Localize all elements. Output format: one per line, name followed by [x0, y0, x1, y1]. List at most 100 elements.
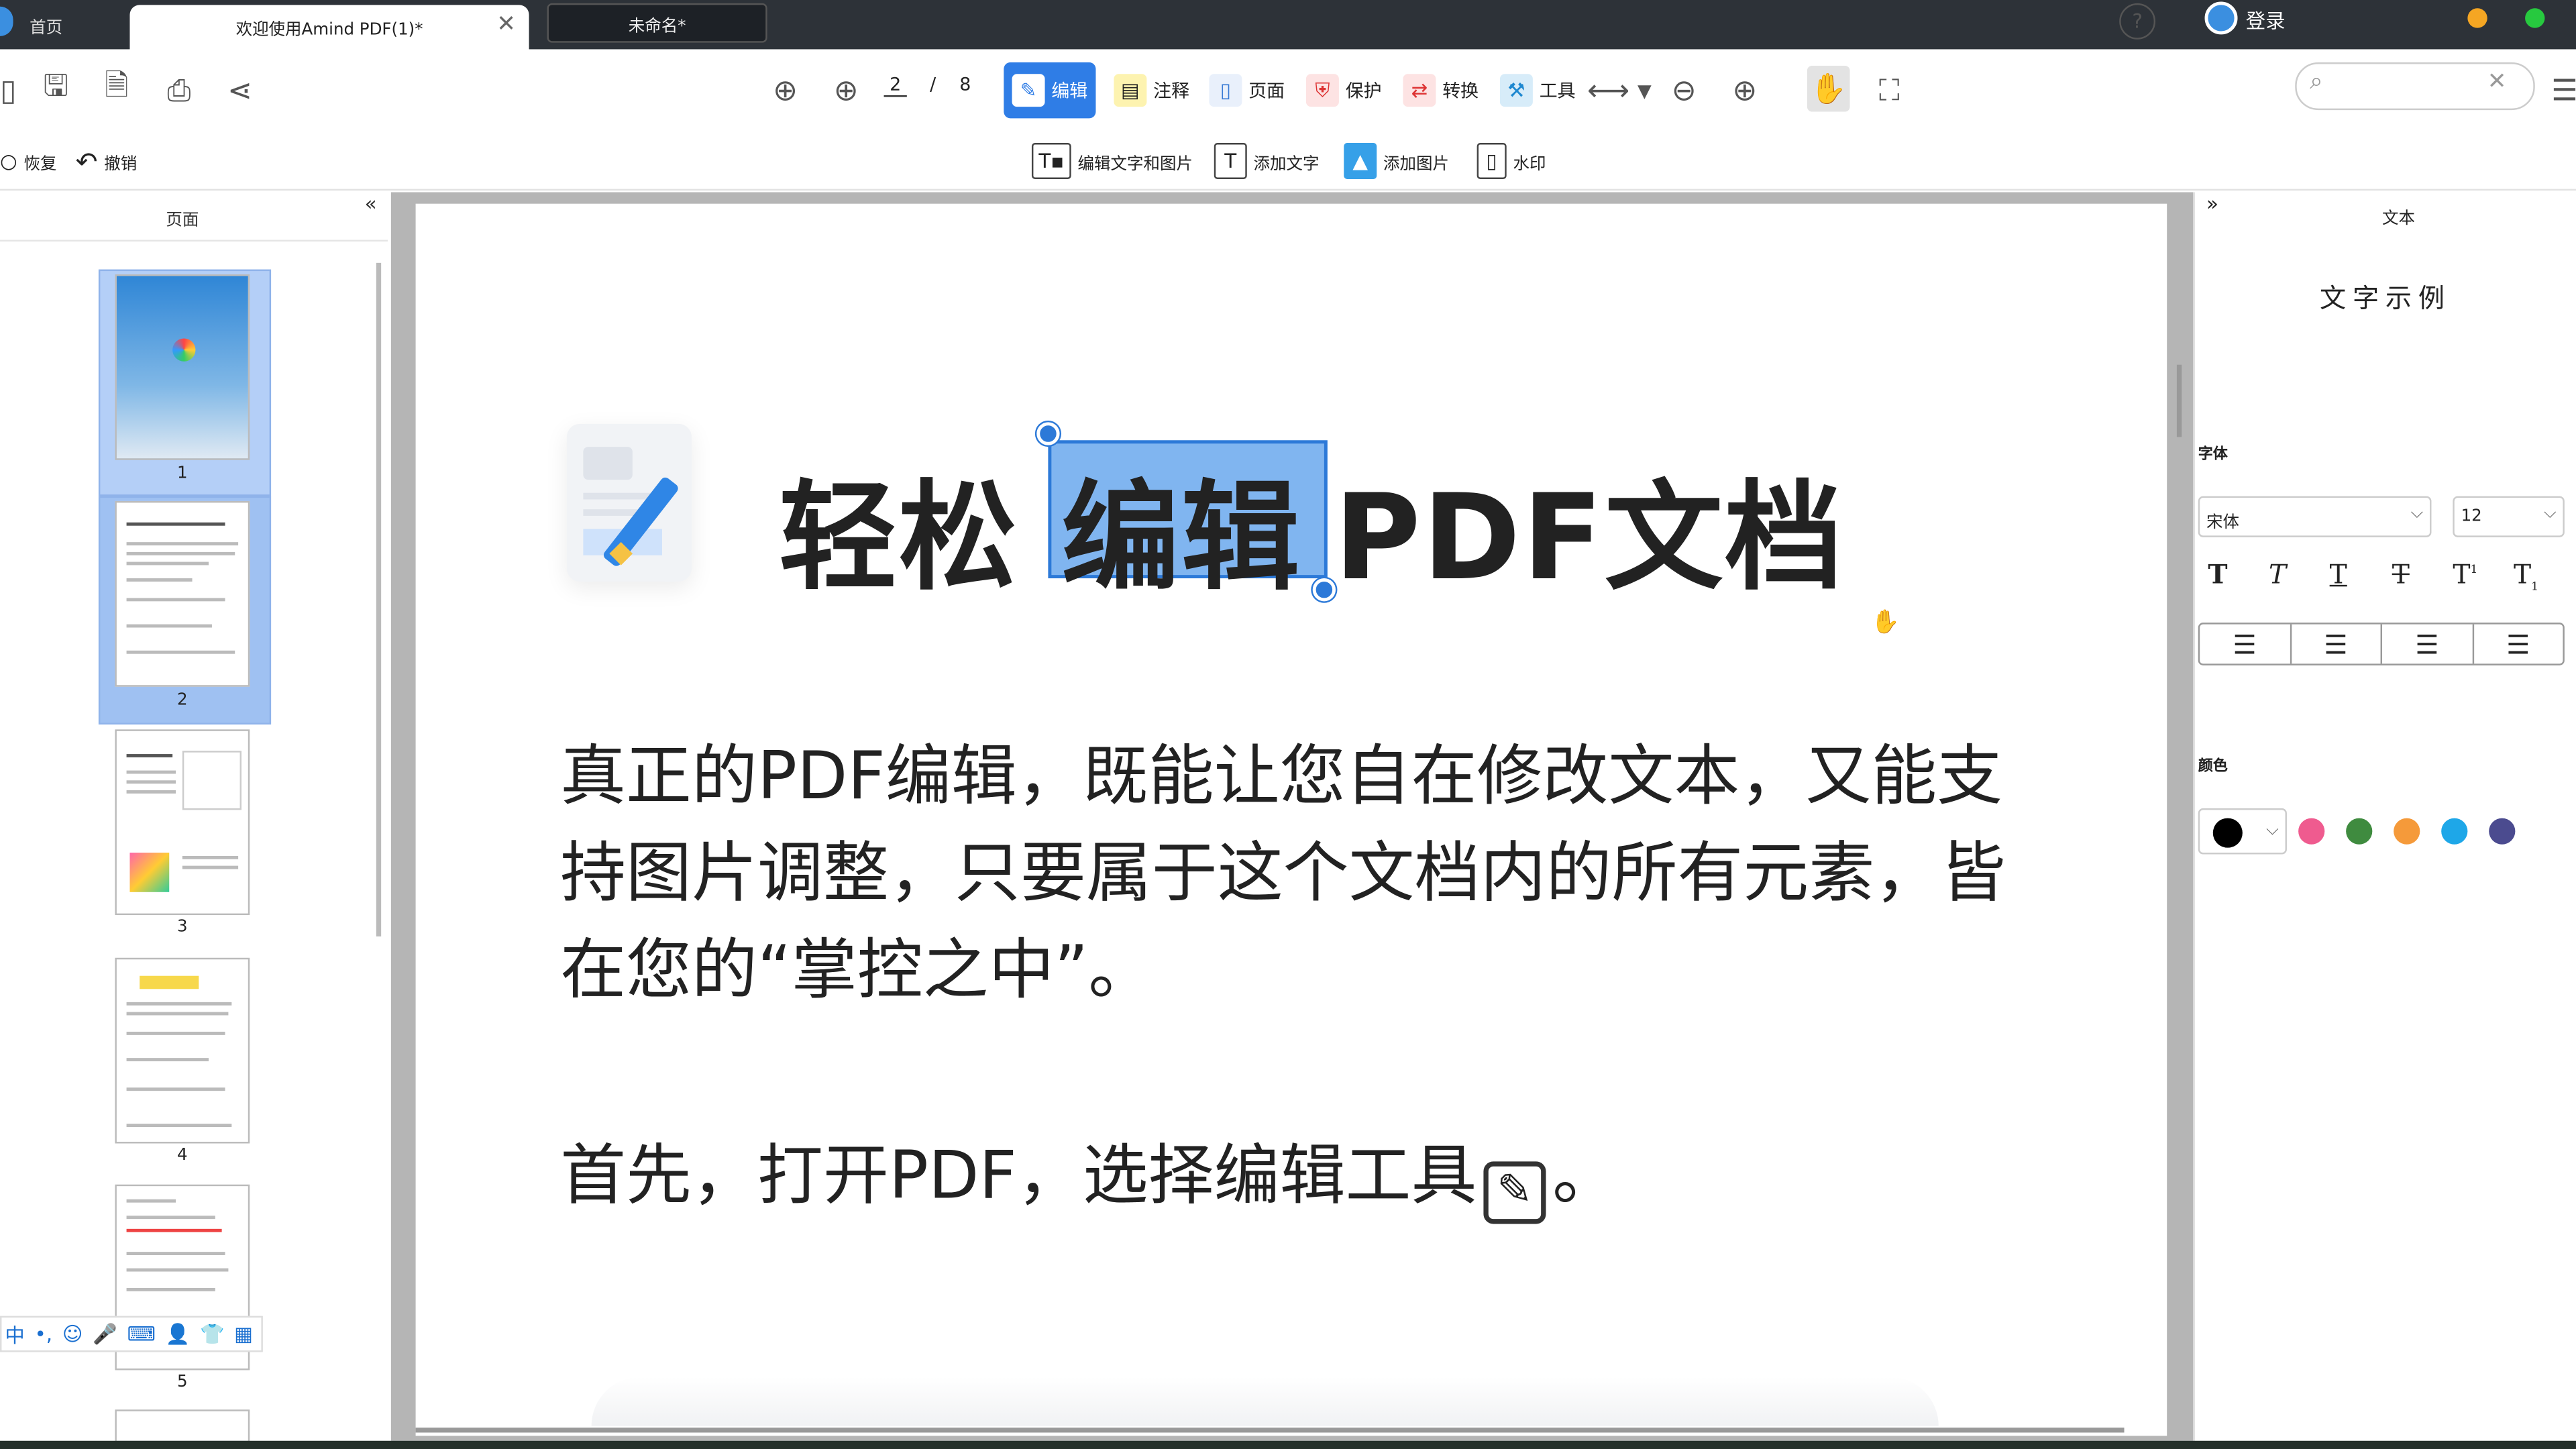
login-button[interactable]: 登录 — [2246, 7, 2286, 35]
mode-page-button[interactable]: ▯ 页面 — [1201, 62, 1293, 118]
open-icon[interactable]: ▯ — [0, 72, 16, 109]
paragraph-2-text: 首先，打开PDF，选择编辑工具 — [560, 1138, 1477, 1214]
thumbnail-page-6[interactable] — [115, 1409, 250, 1443]
chevron-down-icon: ⌵ — [2266, 821, 2279, 840]
tab-unnamed[interactable]: 未命名* — [547, 3, 767, 43]
restore-label: 恢复 — [23, 155, 57, 174]
undo-icon: ↶ — [75, 145, 98, 177]
color-select[interactable]: ⌵ — [2198, 808, 2287, 855]
mode-convert-label: 转换 — [1442, 80, 1479, 102]
alignment-group: ☰ ☰ ☰ ☰ — [2198, 623, 2565, 665]
superscript-label: T — [2453, 558, 2471, 590]
italic-button[interactable]: T — [2269, 559, 2286, 590]
selection-end-handle[interactable] — [1312, 578, 1336, 602]
avatar[interactable] — [2204, 1, 2238, 35]
selection-start-handle[interactable] — [1036, 422, 1060, 445]
edit-text-image-button[interactable]: T▪ 编辑文字和图片 — [1031, 142, 1193, 181]
thumbnail-page-2[interactable] — [115, 500, 250, 687]
maximize-button[interactable] — [2525, 8, 2545, 28]
zoom-out-icon[interactable]: ⊖ — [1666, 72, 1702, 109]
mode-protect-label: 保护 — [1345, 80, 1382, 102]
minimize-button[interactable] — [2467, 8, 2487, 28]
heading-selected-text[interactable]: 编辑 — [1061, 468, 1301, 606]
ime-mode-icon[interactable]: 中 — [5, 1320, 24, 1348]
add-image-label: 添加图片 — [1383, 155, 1449, 174]
document-paragraph-1[interactable]: 真正的PDF编辑，既能让您自在修改文本，又能支持图片调整，只要属于这个文档内的所… — [560, 729, 2006, 1020]
color-swatch-green[interactable] — [2346, 818, 2373, 845]
watermark-button[interactable]: ▯ 水印 — [1477, 142, 1546, 181]
page-separator: / — [930, 74, 936, 96]
superscript-button[interactable]: T1 — [2453, 559, 2477, 590]
thumb-number-3: 3 — [177, 918, 188, 936]
close-icon[interactable]: ✕ — [496, 11, 516, 38]
color-swatch-indigo[interactable] — [2489, 818, 2516, 845]
expand-right-icon[interactable]: » — [2206, 193, 2218, 215]
tab-home[interactable]: 首页 — [0, 3, 125, 46]
clear-search-icon[interactable]: ✕ — [2487, 69, 2507, 95]
print-icon[interactable]: ⎙ — [160, 72, 199, 109]
hand-tool-icon[interactable]: ✋ — [1807, 65, 1850, 112]
emoji-icon[interactable]: ☺ — [62, 1322, 83, 1345]
bottom-edge-bar — [0, 1440, 2576, 1449]
ime-punct-icon[interactable]: •, — [34, 1322, 52, 1345]
horizontal-scrollbar[interactable] — [415, 1428, 2125, 1433]
ime-toolbar[interactable]: 中 •, ☺ 🎤 ⌨ 👤 👕 ▦ — [0, 1316, 263, 1352]
thumbnail-page-1[interactable] — [115, 274, 250, 460]
page-up-icon[interactable]: ⊕ — [767, 72, 804, 109]
thumbnail-page-3[interactable] — [115, 729, 250, 916]
select-area-icon[interactable]: ⛶ — [1871, 72, 1907, 109]
align-center-button[interactable]: ☰ — [2291, 624, 2383, 664]
thumbnail-page-4[interactable] — [115, 957, 250, 1144]
document-edit-illustration-icon — [566, 423, 692, 582]
save-icon[interactable]: 🖫 — [38, 69, 74, 109]
strikethrough-button[interactable]: T — [2392, 559, 2410, 590]
align-right-button[interactable]: ☰ — [2382, 624, 2473, 664]
bold-button[interactable]: T — [2208, 559, 2227, 590]
mode-protect-button[interactable]: ⛨ 保护 — [1298, 62, 1390, 118]
skin-icon[interactable]: 👕 — [200, 1322, 225, 1345]
zoom-in-icon[interactable]: ⊕ — [1727, 72, 1763, 109]
menu-icon[interactable]: ☰ — [2551, 72, 2576, 109]
user-icon[interactable]: 👤 — [166, 1322, 191, 1345]
share-icon[interactable]: ⋖ — [222, 72, 258, 109]
keyboard-icon[interactable]: ⌨ — [127, 1322, 156, 1345]
search-input[interactable]: ⌕ ✕ — [2295, 62, 2535, 111]
vertical-scrollbar[interactable] — [2176, 364, 2182, 437]
color-swatch-blue[interactable] — [2441, 818, 2468, 845]
fit-width-icon[interactable]: ⟷ — [1587, 72, 1629, 109]
font-size-select[interactable]: 12 ⌵ — [2453, 496, 2565, 537]
add-text-button[interactable]: T 添加文字 — [1214, 142, 1320, 181]
current-color-swatch — [2212, 818, 2243, 848]
align-right-icon: ☰ — [2415, 628, 2439, 660]
align-left-button[interactable]: ☰ — [2200, 624, 2292, 664]
text-panel-title: 文本 — [2382, 210, 2415, 229]
document-paragraph-2[interactable]: 首先，打开PDF，选择编辑工具 ✎。 — [560, 1122, 1618, 1224]
grid-icon[interactable]: ▦ — [234, 1322, 253, 1345]
document-heading[interactable]: 轻松 编辑 PDF文档 — [779, 440, 1845, 612]
microphone-icon[interactable]: 🎤 — [93, 1322, 117, 1345]
mode-edit-button[interactable]: ✎ 编辑 — [1004, 62, 1096, 119]
save-as-icon[interactable]: 🗎 — [99, 69, 135, 109]
page-down-icon[interactable]: ⊕ — [828, 72, 864, 109]
collapse-left-icon[interactable]: « — [365, 193, 377, 215]
chevron-down-icon[interactable]: ▼ — [1633, 72, 1656, 109]
add-image-button[interactable]: ▲ 添加图片 — [1344, 142, 1449, 181]
color-swatch-orange[interactable] — [2394, 818, 2420, 845]
page-number-input[interactable]: 2 — [883, 74, 907, 97]
help-icon[interactable]: ? — [2119, 3, 2156, 40]
mode-tools-button[interactable]: ⚒ 工具 — [1492, 62, 1584, 118]
color-swatch-pink[interactable] — [2298, 818, 2325, 845]
undo-button[interactable]: ↶ 撤销 — [76, 142, 138, 181]
restore-button[interactable]: ○ 恢复 — [0, 142, 56, 181]
underline-button[interactable]: T — [2330, 559, 2347, 590]
add-text-icon: T — [1214, 143, 1247, 179]
mode-convert-button[interactable]: ⇄ 转换 — [1395, 62, 1487, 118]
subscript-button[interactable]: T1 — [2514, 559, 2538, 594]
chevron-down-icon: ⌵ — [2544, 504, 2557, 523]
mode-annotate-button[interactable]: ▤ 注释 — [1106, 62, 1197, 118]
tab-document[interactable]: 欢迎使用Amind PDF(1)* ✕ — [129, 5, 529, 50]
align-justify-button[interactable]: ☰ — [2473, 625, 2563, 664]
font-family-select[interactable]: 宋体 ⌵ — [2198, 496, 2432, 537]
thumbnail-scrollbar[interactable] — [376, 262, 382, 936]
align-justify-icon: ☰ — [2506, 628, 2530, 660]
